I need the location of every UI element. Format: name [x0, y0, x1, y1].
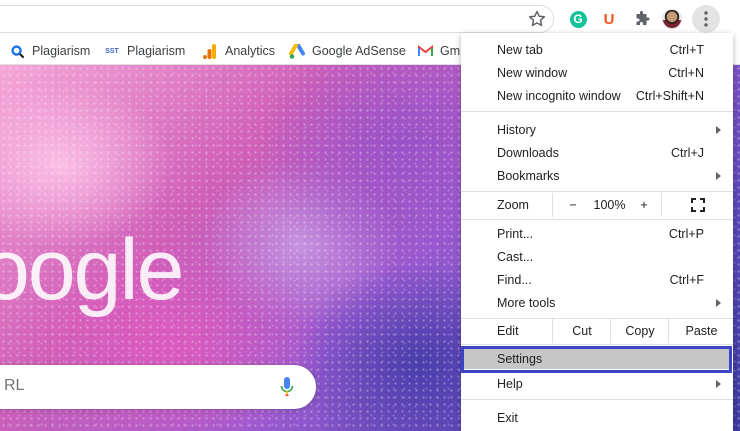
ublock-icon[interactable]: U: [599, 9, 619, 29]
shortcut: Ctrl+J: [671, 145, 704, 160]
submenu-arrow-icon: [716, 379, 721, 388]
profile-avatar[interactable]: [662, 9, 682, 29]
zoom-out-button[interactable]: −: [552, 193, 593, 217]
shortcut: Ctrl+P: [668, 226, 704, 241]
shortcut: Ctrl+F: [669, 272, 704, 287]
menu-separator: [461, 219, 733, 220]
zoom-label: Zoom: [497, 198, 529, 212]
browser-toolbar: G U: [0, 0, 740, 37]
bookmark-plagiarism-1[interactable]: Plagiarism: [9, 37, 90, 65]
menu-separator: [461, 399, 733, 400]
fullscreen-button[interactable]: [661, 193, 734, 217]
address-bar[interactable]: [0, 5, 554, 33]
submenu-arrow-icon: [716, 298, 721, 307]
menu-item-downloads[interactable]: Downloads Ctrl+J: [461, 141, 733, 164]
plagiarism-search-icon: [9, 43, 25, 59]
search-placeholder: RL: [4, 377, 25, 394]
zoom-in-button[interactable]: +: [627, 193, 661, 217]
bookmark-label: Plagiarism: [127, 44, 186, 58]
menu-item-find[interactable]: Find... Ctrl+F: [461, 268, 733, 291]
shortcut: Ctrl+N: [668, 65, 704, 80]
submenu-arrow-icon: [716, 125, 721, 134]
fullscreen-icon: [691, 198, 705, 212]
menu-item-print[interactable]: Print... Ctrl+P: [461, 222, 733, 245]
analytics-icon: [202, 43, 218, 59]
bookmark-gmail[interactable]: Gm: [417, 37, 460, 65]
copy-button[interactable]: Copy: [610, 319, 669, 343]
bookmark-label: Analytics: [225, 44, 276, 58]
shortcut: Ctrl+Shift+N: [635, 88, 704, 103]
menu-item-new-tab[interactable]: New tab Ctrl+T: [461, 38, 733, 61]
star-outline-icon[interactable]: [527, 9, 547, 29]
bookmark-label: Google AdSense: [312, 44, 406, 58]
menu-item-cast[interactable]: Cast...: [461, 245, 733, 268]
puzzle-icon[interactable]: [632, 9, 652, 29]
paste-button[interactable]: Paste: [668, 319, 734, 343]
menu-separator: [461, 344, 733, 345]
menu-item-exit[interactable]: Exit: [461, 406, 733, 429]
bookmark-analytics[interactable]: Analytics: [202, 37, 275, 65]
menu-separator: [461, 191, 733, 192]
chrome-main-menu: New tab Ctrl+T New window Ctrl+N New inc…: [461, 33, 733, 431]
menu-item-more-tools[interactable]: More tools: [461, 291, 733, 314]
grammarly-icon[interactable]: G: [568, 9, 588, 29]
cut-button[interactable]: Cut: [552, 319, 611, 343]
more-vertical-icon[interactable]: [692, 5, 720, 33]
menu-item-new-window[interactable]: New window Ctrl+N: [461, 61, 733, 84]
edit-label: Edit: [497, 324, 519, 338]
google-logo: oogle: [0, 222, 184, 318]
zoom-level: 100%: [593, 198, 626, 212]
bookmark-label: Plagiarism: [32, 44, 91, 58]
shortcut: Ctrl+T: [669, 42, 704, 57]
microphone-icon[interactable]: [280, 377, 294, 402]
menu-item-new-incognito-window[interactable]: New incognito window Ctrl+Shift+N: [461, 84, 733, 107]
search-box[interactable]: RL: [0, 365, 316, 409]
menu-item-bookmarks[interactable]: Bookmarks: [461, 164, 733, 187]
menu-zoom-row: Zoom − 100% +: [461, 193, 733, 217]
menu-separator: [461, 111, 733, 112]
bookmark-label: Gm: [440, 44, 461, 58]
menu-item-history[interactable]: History: [461, 118, 733, 141]
submenu-arrow-icon: [716, 171, 721, 180]
bookmark-google-adsense[interactable]: Google AdSense: [289, 37, 406, 65]
bookmark-plagiarism-2[interactable]: SST Plagiarism: [104, 37, 185, 65]
menu-item-help[interactable]: Help: [461, 372, 733, 395]
menu-edit-row: Edit Cut Copy Paste: [461, 319, 733, 343]
sst-icon: SST: [105, 47, 119, 55]
menu-item-settings[interactable]: Settings: [461, 347, 733, 370]
gmail-icon: [417, 43, 433, 59]
adsense-icon: [289, 43, 305, 59]
